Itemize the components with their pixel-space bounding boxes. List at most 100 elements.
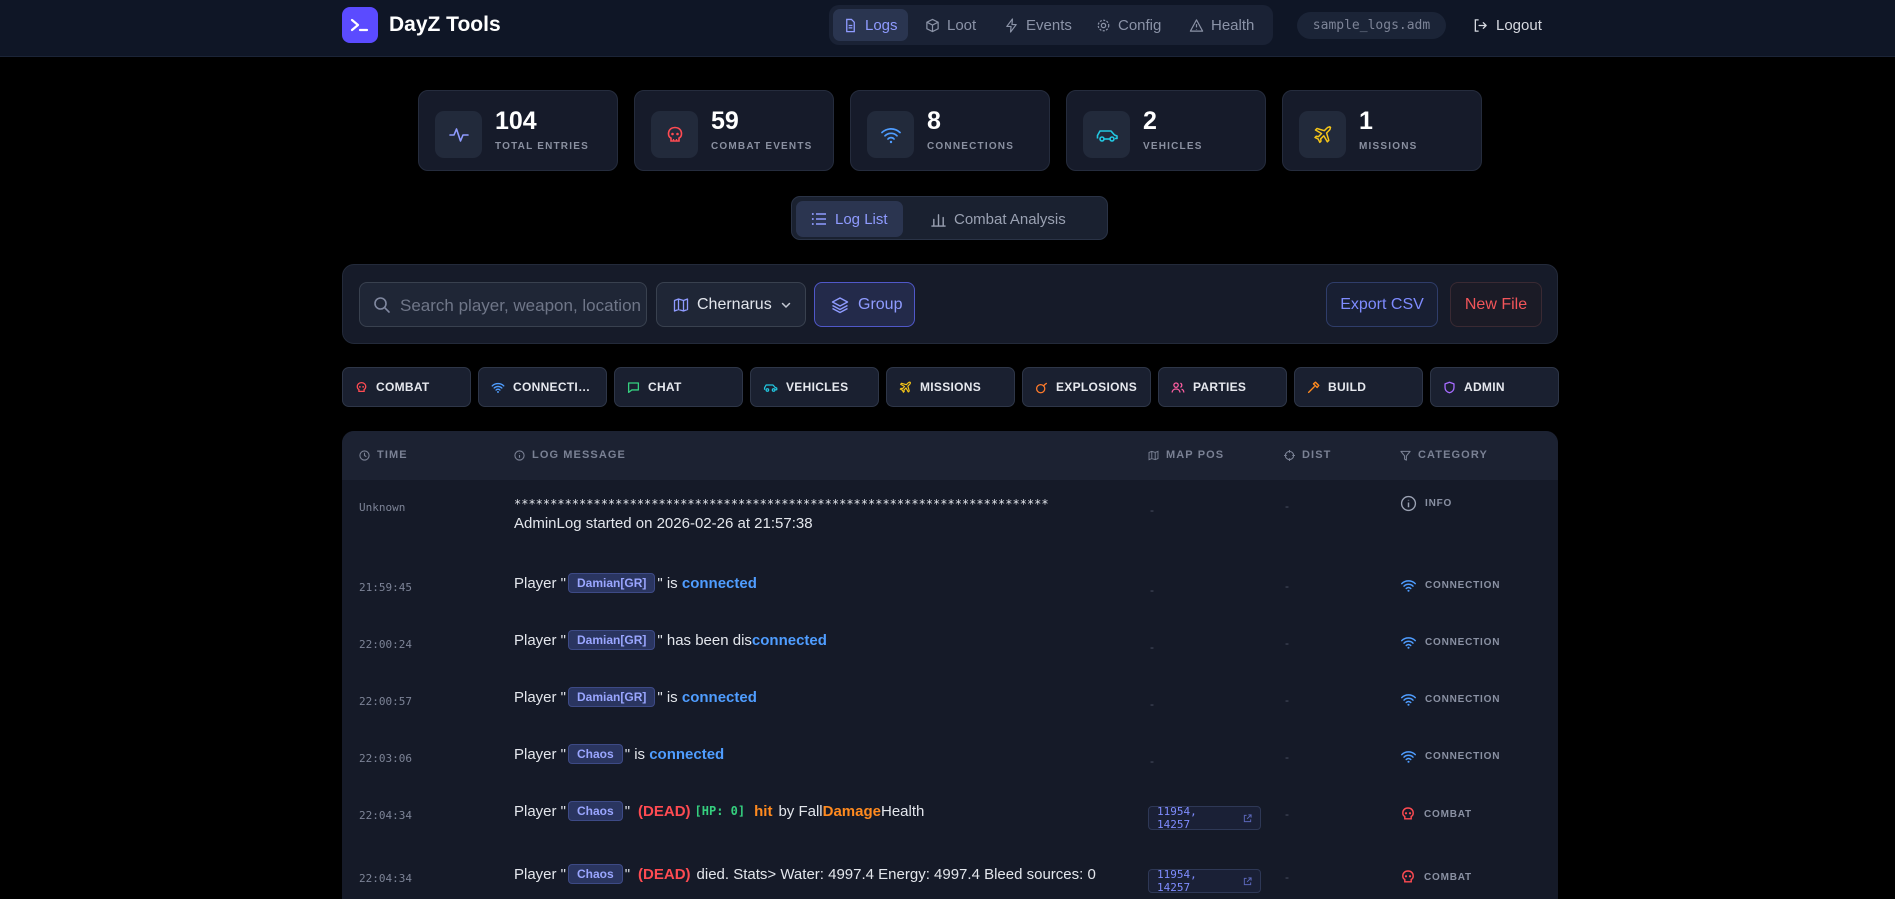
column-header-label: LOG MESSAGE (532, 449, 626, 461)
map-icon (673, 297, 689, 313)
chip-label: COMBAT (376, 380, 430, 394)
row-category-label: COMBAT (1424, 808, 1472, 820)
row-message: Player " Damian[GR] " has been dis conne… (514, 630, 827, 650)
nav-config-label: Config (1118, 16, 1162, 34)
nav-health-label: Health (1211, 16, 1255, 34)
info-icon (1400, 495, 1417, 512)
category-chip-vehicles[interactable]: VEHICLES (750, 367, 879, 407)
app-title: DayZ Tools (389, 13, 501, 36)
category-chip-admin[interactable]: ADMIN (1430, 367, 1559, 407)
message-text: " is (657, 688, 682, 706)
new-file-button[interactable]: New File (1450, 282, 1542, 327)
row-message: Player " Chaos " (DEAD) [HP: 0] hit by F… (514, 801, 924, 821)
top-navbar: DayZ Tools Logs Loot Events Config Healt… (0, 0, 1895, 57)
logout-button[interactable]: Logout (1473, 12, 1542, 39)
category-chip-build[interactable]: BUILD (1294, 367, 1423, 407)
player-tag[interactable]: Chaos (568, 801, 623, 821)
keyword-damage: Damage (822, 802, 881, 820)
gear-icon (1096, 18, 1111, 33)
map-select[interactable]: Chernarus (656, 282, 806, 327)
nav-logs[interactable]: Logs (833, 9, 908, 41)
stat-card-vehicles: 2 VEHICLES (1066, 90, 1266, 171)
message-text: Player " (514, 574, 567, 592)
message-text: Health (880, 802, 925, 820)
category-chip-combat[interactable]: COMBAT (342, 367, 471, 407)
stat-card-total-entries: 104 TOTAL ENTRIES (418, 90, 618, 171)
table-row[interactable]: 22:00:57 Player " Damian[GR] " is connec… (342, 673, 1558, 730)
row-category-label: CONNECTION (1425, 751, 1501, 762)
table-row[interactable]: 22:04:34 Player " Chaos " (DEAD) died. S… (342, 850, 1558, 899)
keyword-connected: connected (681, 574, 757, 592)
message-text: died. Stats> Water: 4997.4 Energy: 4997.… (696, 865, 1096, 883)
row-message: Player " Damian[GR] " is connected (514, 573, 757, 593)
plane-icon (1299, 111, 1346, 158)
nav-loot[interactable]: Loot (915, 9, 986, 41)
row-category-label: CONNECTION (1425, 580, 1501, 591)
stat-label: VEHICLES (1143, 141, 1203, 152)
list-icon (811, 212, 827, 226)
column-header-map-pos[interactable]: MAP POS (1148, 449, 1224, 461)
map-pos-link[interactable]: 11954, 14257 (1148, 868, 1261, 894)
chip-label: VEHICLES (786, 380, 849, 394)
player-tag[interactable]: Damian[GR] (568, 687, 656, 707)
row-category-label: CONNECTION (1425, 637, 1501, 648)
row-message: Player " Damian[GR] " is connected (514, 687, 757, 707)
player-tag[interactable]: Chaos (568, 864, 623, 884)
layers-icon (831, 296, 849, 314)
column-header-category[interactable]: CATEGORY (1400, 449, 1488, 461)
category-chip-chat[interactable]: CHAT (614, 367, 743, 407)
row-dist: - (1285, 807, 1289, 821)
search-input[interactable]: Search player, weapon, location... (359, 282, 647, 327)
stat-value: 2 (1143, 107, 1157, 135)
row-dist: - (1285, 499, 1289, 513)
category-chip-connections[interactable]: CONNECTIO... (478, 367, 607, 407)
map-icon (1148, 450, 1159, 461)
nav-config[interactable]: Config (1086, 9, 1171, 41)
player-tag[interactable]: Chaos (568, 744, 623, 764)
column-header-message[interactable]: LOG MESSAGE (514, 449, 626, 461)
car-icon (1083, 111, 1130, 158)
table-row[interactable]: 22:03:06 Player " Chaos " is connected -… (342, 730, 1558, 787)
row-dist: - (1285, 750, 1289, 764)
log-table: TIME LOG MESSAGE MAP POS DIST CATEGORY U… (342, 431, 1558, 899)
map-pos-link[interactable]: 11954, 14257 (1148, 805, 1261, 831)
car-icon (763, 381, 778, 394)
nav-events[interactable]: Events (994, 9, 1082, 41)
keyword-dead: (DEAD) (638, 865, 691, 883)
group-button[interactable]: Group (814, 282, 915, 327)
nav-health[interactable]: Health (1179, 9, 1264, 41)
table-row[interactable]: 22:00:24 Player " Damian[GR] " has been … (342, 616, 1558, 673)
message-text: Player " (514, 631, 567, 649)
chip-label: ADMIN (1464, 380, 1505, 394)
tab-combat-analysis-label: Combat Analysis (954, 210, 1066, 228)
table-row[interactable]: 21:59:45 Player " Damian[GR] " is connec… (342, 559, 1558, 616)
row-time: 22:03:06 (359, 752, 412, 765)
column-header-time[interactable]: TIME (359, 449, 408, 461)
player-tag[interactable]: Damian[GR] (568, 573, 656, 593)
map-select-value: Chernarus (697, 295, 772, 313)
skull-icon (1400, 806, 1416, 822)
chip-label: PARTIES (1193, 380, 1247, 394)
column-header-dist[interactable]: DIST (1284, 449, 1331, 461)
player-tag[interactable]: Damian[GR] (568, 630, 656, 650)
row-map-pos: - (1150, 754, 1154, 768)
table-row[interactable]: Unknown ********************************… (342, 480, 1558, 559)
message-text: Player " (514, 865, 567, 883)
wifi-icon (1400, 578, 1417, 593)
row-category: COMBAT (1400, 869, 1472, 885)
chip-label: EXPLOSIONS (1056, 380, 1138, 394)
tab-log-list[interactable]: Log List (796, 201, 903, 237)
row-time: 22:00:24 (359, 638, 412, 651)
map-pos-value: 11954, 14257 (1157, 805, 1197, 831)
table-row[interactable]: 22:04:34 Player " Chaos " (DEAD) [HP: 0]… (342, 787, 1558, 850)
row-time: 22:04:34 (359, 809, 412, 822)
message-text: " is (624, 745, 650, 763)
wifi-icon (1400, 635, 1417, 650)
category-chip-parties[interactable]: PARTIES (1158, 367, 1287, 407)
tab-combat-analysis[interactable]: Combat Analysis (916, 201, 1081, 237)
category-chip-explosions[interactable]: EXPLOSIONS (1022, 367, 1151, 407)
category-chip-missions[interactable]: MISSIONS (886, 367, 1015, 407)
export-csv-button[interactable]: Export CSV (1326, 282, 1438, 327)
row-category: INFO (1400, 495, 1452, 512)
column-header-label: DIST (1302, 449, 1332, 461)
